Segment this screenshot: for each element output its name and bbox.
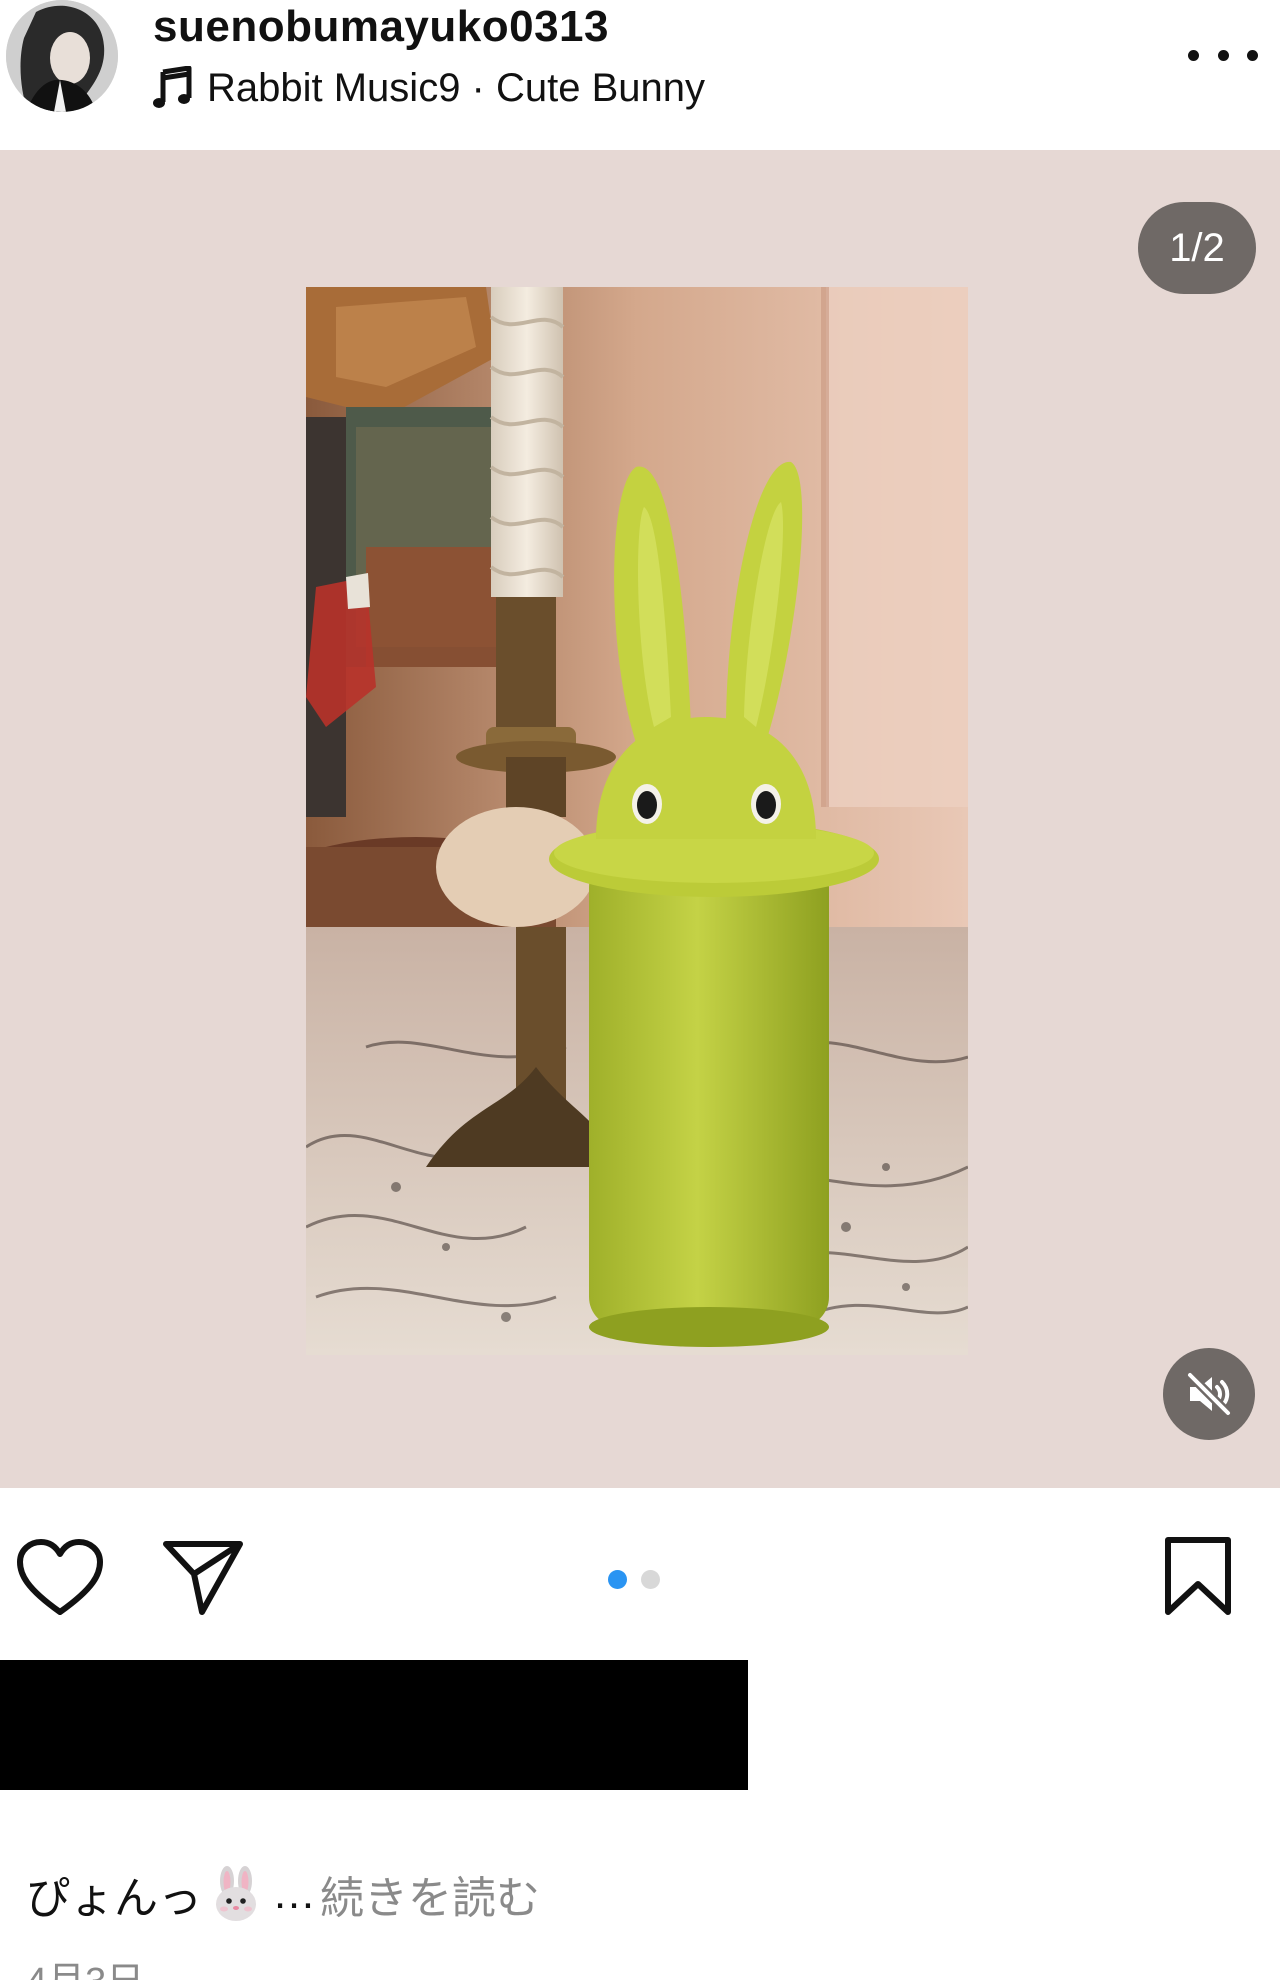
carousel-dot bbox=[641, 1570, 660, 1589]
bookmark-icon[interactable] bbox=[1162, 1536, 1234, 1616]
mute-button[interactable] bbox=[1163, 1348, 1255, 1440]
avatar[interactable] bbox=[6, 0, 118, 112]
redacted-block bbox=[0, 1660, 748, 1790]
caption-text: ぴょんっ bbox=[26, 1874, 202, 1923]
post-photo[interactable] bbox=[306, 287, 968, 1355]
read-more-link[interactable]: 続きを読む bbox=[320, 1862, 540, 1926]
carousel-indicator bbox=[608, 1570, 660, 1589]
instagram-post: suenobumayuko0313 Rabbit Music9 · Cute B… bbox=[0, 0, 1280, 1980]
post-media[interactable]: 1/2 bbox=[0, 150, 1280, 1488]
heart-icon[interactable] bbox=[16, 1538, 104, 1618]
paper-plane-icon[interactable] bbox=[162, 1536, 244, 1618]
avatar-photo bbox=[6, 0, 118, 112]
music-attribution[interactable]: Rabbit Music9 · Cute Bunny bbox=[153, 64, 705, 112]
rabbit-face-icon bbox=[216, 1866, 256, 1921]
bunny-photo bbox=[306, 287, 968, 1355]
action-bar bbox=[0, 1488, 1280, 1658]
carousel-counter: 1/2 bbox=[1138, 202, 1256, 294]
post-date: 4月3日 bbox=[26, 1950, 144, 1980]
carousel-dot-active bbox=[608, 1570, 627, 1589]
post-header: suenobumayuko0313 Rabbit Music9 · Cute B… bbox=[0, 0, 1280, 150]
music-note-icon bbox=[153, 66, 192, 108]
username[interactable]: suenobumayuko0313 bbox=[153, 2, 609, 52]
caption-ellipsis: … bbox=[272, 1869, 316, 1918]
music-text: Rabbit Music9 · Cute Bunny bbox=[207, 65, 706, 110]
more-options-button[interactable] bbox=[1188, 30, 1258, 80]
caption: ぴょんっ … 続きを読む bbox=[26, 1862, 540, 1926]
more-horizontal-icon bbox=[1188, 49, 1199, 61]
speaker-muted-icon bbox=[1185, 1370, 1233, 1418]
